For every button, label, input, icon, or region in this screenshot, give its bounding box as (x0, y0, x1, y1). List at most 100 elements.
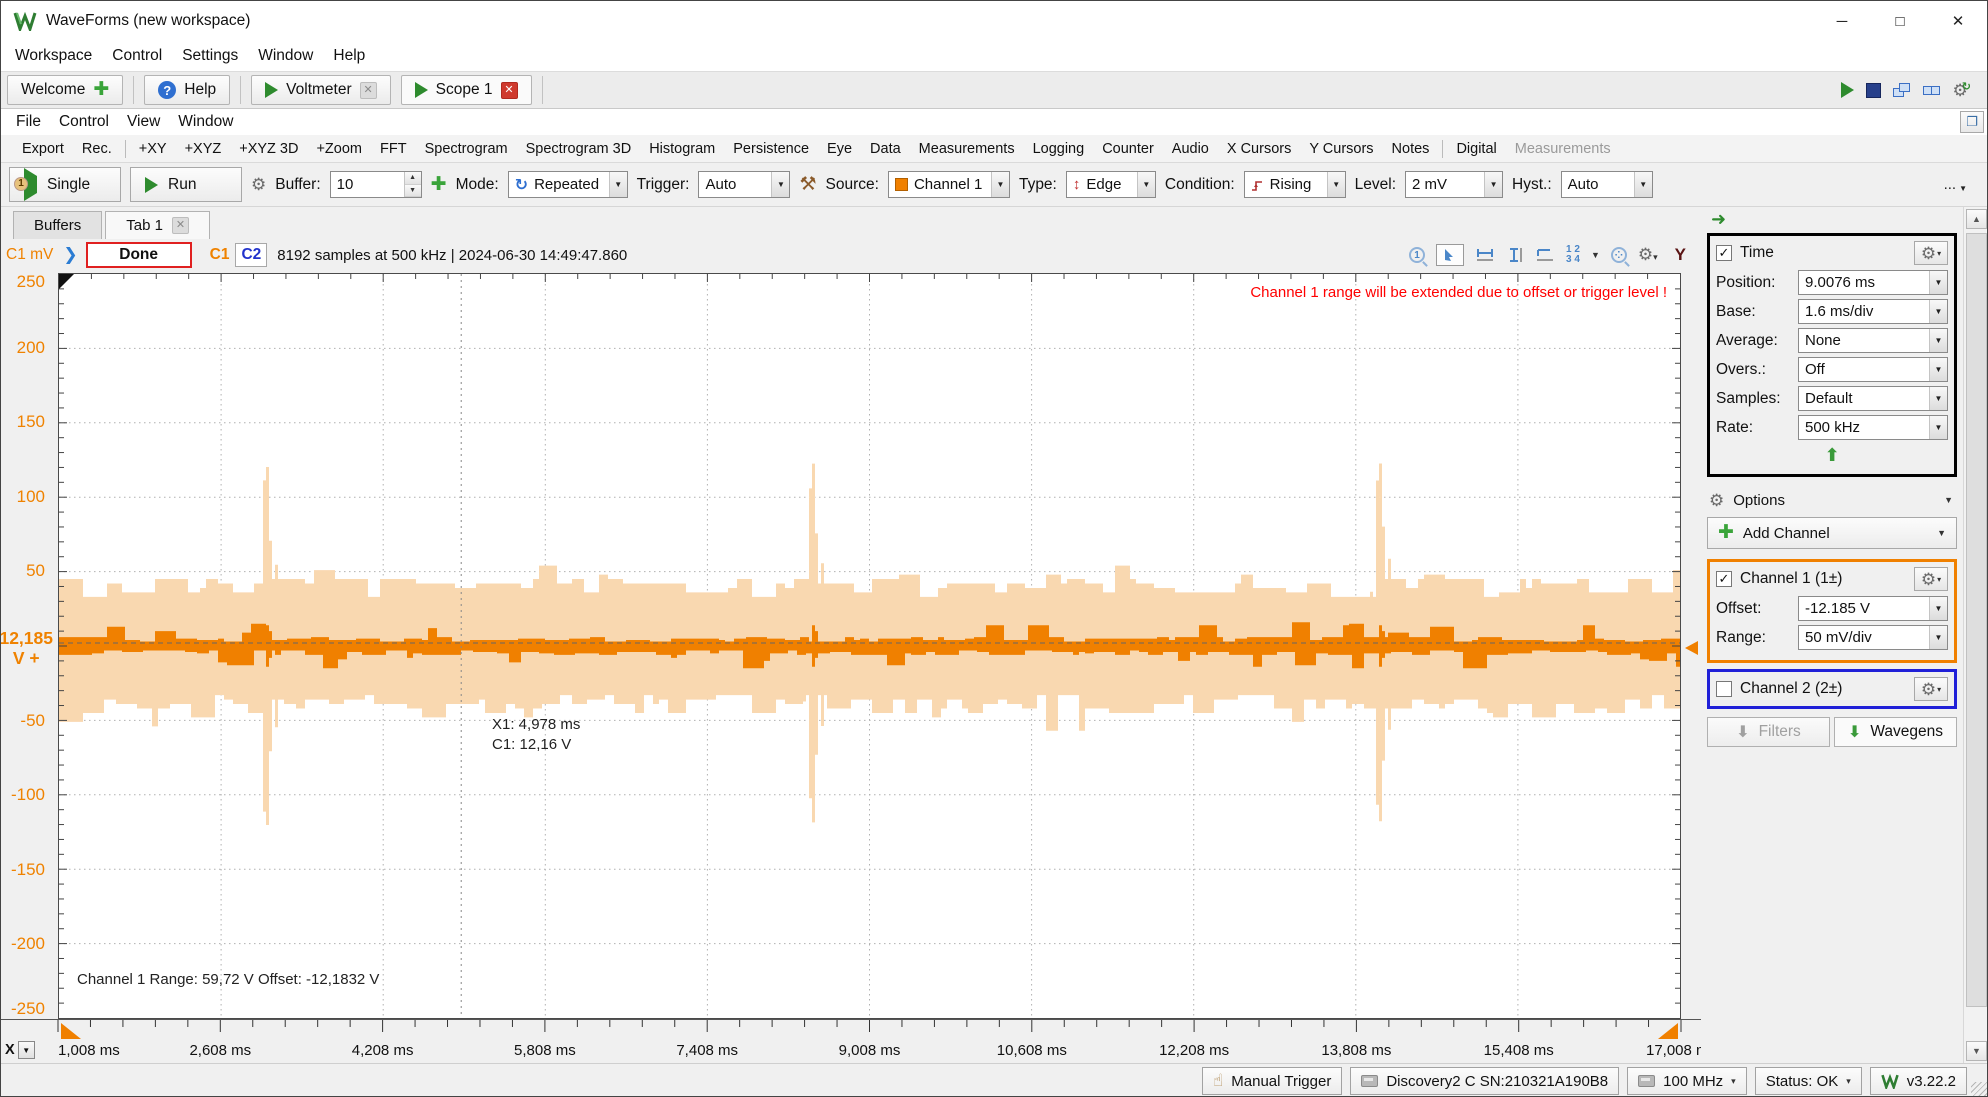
version-button[interactable]: v3.22.2 (1870, 1067, 1967, 1095)
axis-channel-unit[interactable]: C1 mV (6, 246, 53, 264)
menu-help[interactable]: Help (323, 43, 375, 69)
time-rate-select[interactable]: 500 kHz▼ (1798, 415, 1948, 440)
view-data[interactable]: Data (861, 138, 910, 160)
menu-settings[interactable]: Settings (172, 43, 248, 69)
dropdown-caret-icon[interactable]: ▼ (1929, 358, 1947, 381)
view--xy[interactable]: +XY (130, 138, 176, 160)
channel1-toggle[interactable]: C1 (210, 246, 230, 264)
view-fft[interactable]: FFT (371, 138, 416, 160)
tab-tab1[interactable]: Tab 1 ✕ (105, 211, 210, 239)
dropdown-caret-icon[interactable]: ▼ (1634, 172, 1652, 197)
tab-buffers[interactable]: Buffers (13, 211, 102, 239)
sync-settings-icon[interactable]: ⚙↻ (1953, 80, 1971, 100)
mode-select[interactable]: ↻Repeated ▼ (508, 171, 628, 198)
view-notes[interactable]: Notes (1383, 138, 1439, 160)
plot-settings-button[interactable]: ⚙▾ (1638, 246, 1658, 264)
type-select[interactable]: ↕Edge ▼ (1066, 171, 1156, 198)
channel2-checkbox[interactable] (1716, 681, 1732, 697)
tab-voltmeter[interactable]: Voltmeter ✕ (251, 75, 390, 105)
time-overs-select[interactable]: Off▼ (1798, 357, 1948, 382)
dropdown-caret-icon[interactable]: ▼ (1929, 329, 1947, 352)
time-base-select[interactable]: 1.6 ms/div▼ (1798, 299, 1948, 324)
manual-trigger-hammer-icon[interactable]: ⚒ (799, 173, 816, 196)
view-eye[interactable]: Eye (818, 138, 861, 160)
zoom-1-icon[interactable]: 1 (1409, 247, 1425, 263)
dropdown-caret-icon[interactable]: ▼ (1484, 172, 1502, 197)
dropdown-caret-icon[interactable]: ▼ (991, 172, 1009, 197)
view--xyz[interactable]: +XYZ (176, 138, 231, 160)
time-checkbox[interactable]: ✓ (1716, 245, 1732, 261)
vertical-measure-icon[interactable] (1506, 247, 1524, 263)
wavegens-button[interactable]: ⬇ Wavegens (1834, 717, 1957, 747)
cascade-windows-icon[interactable] (1893, 83, 1911, 98)
expand-chevron-icon[interactable]: ❯ (63, 245, 77, 265)
dropdown-caret-icon[interactable]: ▼ (1929, 300, 1947, 323)
close-tab-icon[interactable]: ✕ (172, 217, 189, 234)
minimize-button[interactable]: ─ (1813, 1, 1871, 41)
tab-welcome[interactable]: Welcome ✚ (7, 75, 123, 105)
condition-select[interactable]: Rising ▼ (1244, 171, 1346, 198)
close-button[interactable]: ✕ (1929, 1, 1987, 41)
dropdown-caret-icon[interactable]: ▼ (1929, 626, 1947, 649)
close-tab-icon[interactable]: ✕ (501, 82, 518, 99)
run-button[interactable]: Run (130, 167, 242, 202)
menu-control[interactable]: Control (102, 43, 172, 69)
panel-expand-arrow-icon[interactable]: ➜ (1701, 207, 1963, 231)
view-measurements[interactable]: Measurements (910, 138, 1024, 160)
resize-grip[interactable] (1971, 1082, 1987, 1097)
scroll-up-arrow-icon[interactable]: ⬆ (1716, 444, 1948, 468)
add-channel-button[interactable]: ✚ Add Channel ▼ (1707, 517, 1957, 549)
scope-menu-control[interactable]: Control (50, 111, 118, 133)
scope-menu-view[interactable]: View (118, 111, 169, 133)
dropdown-caret-icon[interactable]: ▼ (1929, 597, 1947, 620)
more-options-button[interactable]: ...▼ (1944, 176, 1979, 193)
stop-all-icon[interactable] (1866, 83, 1881, 98)
tab-scope-1[interactable]: Scope 1 ✕ (401, 75, 532, 105)
trigger-select[interactable]: Auto ▼ (698, 171, 790, 198)
buffer-spinner[interactable]: 10 ▲▼ (330, 171, 422, 198)
view-spectrogram-3d[interactable]: Spectrogram 3D (517, 138, 641, 160)
spinner-arrows[interactable]: ▲▼ (404, 172, 421, 197)
level-measure-icon[interactable] (1535, 247, 1555, 263)
view-export[interactable]: Export (13, 138, 73, 160)
channel1-offset-select[interactable]: -12.185 V ▼ (1798, 596, 1948, 621)
add-buffer-icon[interactable]: ✚ (431, 178, 447, 192)
options-row[interactable]: ⚙ Options ▼ (1701, 485, 1963, 515)
view--xyz-3d[interactable]: +XYZ 3D (230, 138, 307, 160)
dropdown-caret-icon[interactable]: ▼ (1929, 387, 1947, 410)
dropdown-caret-icon[interactable]: ▼ (1327, 172, 1345, 197)
channel1-checkbox[interactable]: ✓ (1716, 571, 1732, 587)
run-all-icon[interactable] (1841, 82, 1854, 98)
manual-trigger-button[interactable]: ☝ Manual Trigger (1202, 1067, 1342, 1095)
device-button[interactable]: Discovery2 C SN:210321A190B8 (1350, 1067, 1619, 1095)
view-y-cursors[interactable]: Y Cursors (1300, 138, 1382, 160)
view-spectrogram[interactable]: Spectrogram (416, 138, 517, 160)
channel2-toggle[interactable]: C2 (235, 243, 267, 267)
x-axis-dropdown[interactable]: ▼ (18, 1041, 35, 1059)
time-ruler[interactable] (1, 1019, 1701, 1039)
dropdown-caret-icon[interactable]: ▼ (1137, 172, 1155, 197)
single-button[interactable]: 1 Single (9, 167, 121, 202)
channel1-range-select[interactable]: 50 mV/div ▼ (1798, 625, 1948, 650)
dropdown-caret-icon[interactable]: ▼ (771, 172, 789, 197)
menu-window[interactable]: Window (248, 43, 323, 69)
status-button[interactable]: Status: OK ▾ (1755, 1067, 1862, 1095)
time-settings-button[interactable]: ⚙▾ (1914, 241, 1948, 265)
tab-help[interactable]: ? Help (144, 75, 230, 105)
x-axis-control[interactable]: X▼ (5, 1041, 35, 1059)
time-samples-select[interactable]: Default▼ (1798, 386, 1948, 411)
dropdown-caret-icon[interactable]: ▼ (1591, 250, 1600, 260)
hysteresis-select[interactable]: Auto ▼ (1561, 171, 1653, 198)
view-x-cursors[interactable]: X Cursors (1218, 138, 1300, 160)
clock-frequency-button[interactable]: 100 MHz ▾ (1627, 1067, 1747, 1095)
scrollbar-up-button[interactable]: ▲ (1966, 209, 1987, 229)
view-persistence[interactable]: Persistence (724, 138, 818, 160)
horizontal-measure-icon[interactable] (1475, 247, 1495, 263)
view-logging[interactable]: Logging (1024, 138, 1094, 160)
view-digital[interactable]: Digital (1447, 138, 1505, 160)
view-audio[interactable]: Audio (1163, 138, 1218, 160)
source-select[interactable]: Channel 1 ▼ (888, 171, 1010, 198)
dropdown-caret-icon[interactable]: ▼ (1929, 271, 1947, 294)
maximize-button[interactable]: □ (1871, 1, 1929, 41)
time-position-select[interactable]: 9.0076 ms▼ (1798, 270, 1948, 295)
